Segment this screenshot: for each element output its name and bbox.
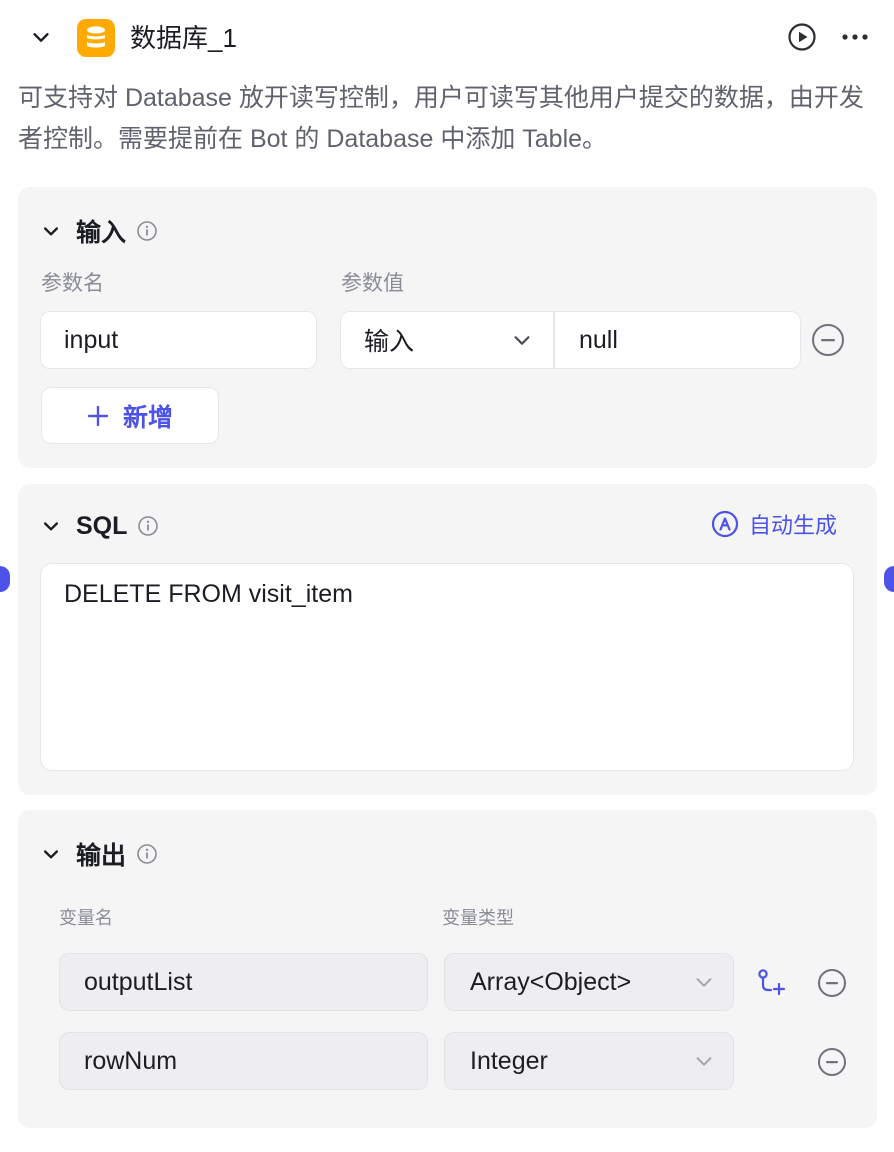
output-section-header: 输出 xyxy=(38,838,158,870)
add-subfield-icon[interactable] xyxy=(753,965,789,1001)
output-var-type-select[interactable]: Integer xyxy=(444,1032,734,1090)
info-icon[interactable] xyxy=(136,843,158,865)
output-section-toggle[interactable] xyxy=(38,841,64,867)
info-icon[interactable] xyxy=(137,515,159,537)
output-var-name[interactable]: rowNum xyxy=(59,1032,428,1090)
var-type-label: 变量类型 xyxy=(442,908,514,928)
output-var-name[interactable]: outputList xyxy=(59,953,428,1011)
sql-section: SQL 自动生成 DELETE FROM visit_item xyxy=(18,484,877,795)
chevron-down-icon xyxy=(693,971,715,993)
run-button[interactable] xyxy=(785,20,819,54)
output-var-type-value: Array<Object> xyxy=(470,967,632,996)
database-icon xyxy=(77,19,115,57)
output-var-type-value: Integer xyxy=(470,1046,548,1075)
minus-circle-icon[interactable] xyxy=(814,1044,850,1080)
auto-generate-label: 自动生成 xyxy=(749,513,838,538)
minus-circle-icon[interactable] xyxy=(810,322,846,358)
param-name-label: 参数名 xyxy=(41,272,104,295)
sql-editor[interactable]: DELETE FROM visit_item xyxy=(40,563,854,771)
input-port-handle[interactable] xyxy=(0,566,10,592)
play-circle-icon xyxy=(788,23,816,51)
chevron-down-icon xyxy=(44,850,58,859)
more-horizontal-icon xyxy=(842,34,868,40)
node-description: 可支持对 Database 放开读写控制，用户可读写其他用户提交的数据，由开发者… xyxy=(18,84,864,153)
ai-circle-icon xyxy=(711,510,739,538)
input-section-toggle[interactable] xyxy=(38,218,64,244)
plus-icon xyxy=(87,405,109,426)
chevron-down-icon xyxy=(44,227,58,236)
sql-section-toggle[interactable] xyxy=(38,513,64,539)
param-value-group: 输入 null xyxy=(340,311,801,369)
sql-section-title: SQL xyxy=(76,511,128,540)
add-param-label: 新增 xyxy=(122,403,173,432)
param-source-value: 输入 xyxy=(364,328,415,356)
info-icon[interactable] xyxy=(136,220,158,242)
auto-generate-button[interactable]: 自动生成 xyxy=(711,506,837,542)
output-port-handle[interactable] xyxy=(884,566,894,592)
output-var-type-select[interactable]: Array<Object> xyxy=(444,953,734,1011)
add-param-button[interactable]: 新增 xyxy=(41,387,219,444)
input-section-header: 输入 xyxy=(38,215,158,247)
param-source-select[interactable]: 输入 xyxy=(341,312,555,368)
var-name-label: 变量名 xyxy=(59,908,113,928)
output-section: 输出 变量名 变量类型 outputList Array<Object> row… xyxy=(18,810,877,1128)
node-header: 数据库_1 xyxy=(0,0,894,76)
input-section: 输入 参数名 参数值 input 输入 null 新增 xyxy=(18,187,877,468)
output-section-title: 输出 xyxy=(76,842,127,870)
chevron-down-icon xyxy=(44,522,58,531)
chevron-down-icon xyxy=(33,33,49,42)
node-title: 数据库_1 xyxy=(130,23,237,53)
minus-circle-icon[interactable] xyxy=(814,965,850,1001)
param-name-input[interactable]: input xyxy=(40,311,317,369)
chevron-down-icon xyxy=(511,329,533,351)
node-collapse-button[interactable] xyxy=(26,22,56,52)
param-value-label: 参数值 xyxy=(341,272,404,295)
input-section-title: 输入 xyxy=(76,219,127,247)
sql-section-header: SQL xyxy=(38,510,159,542)
more-button[interactable] xyxy=(836,20,874,54)
chevron-down-icon xyxy=(693,1050,715,1072)
param-value-input[interactable]: null xyxy=(555,312,618,368)
